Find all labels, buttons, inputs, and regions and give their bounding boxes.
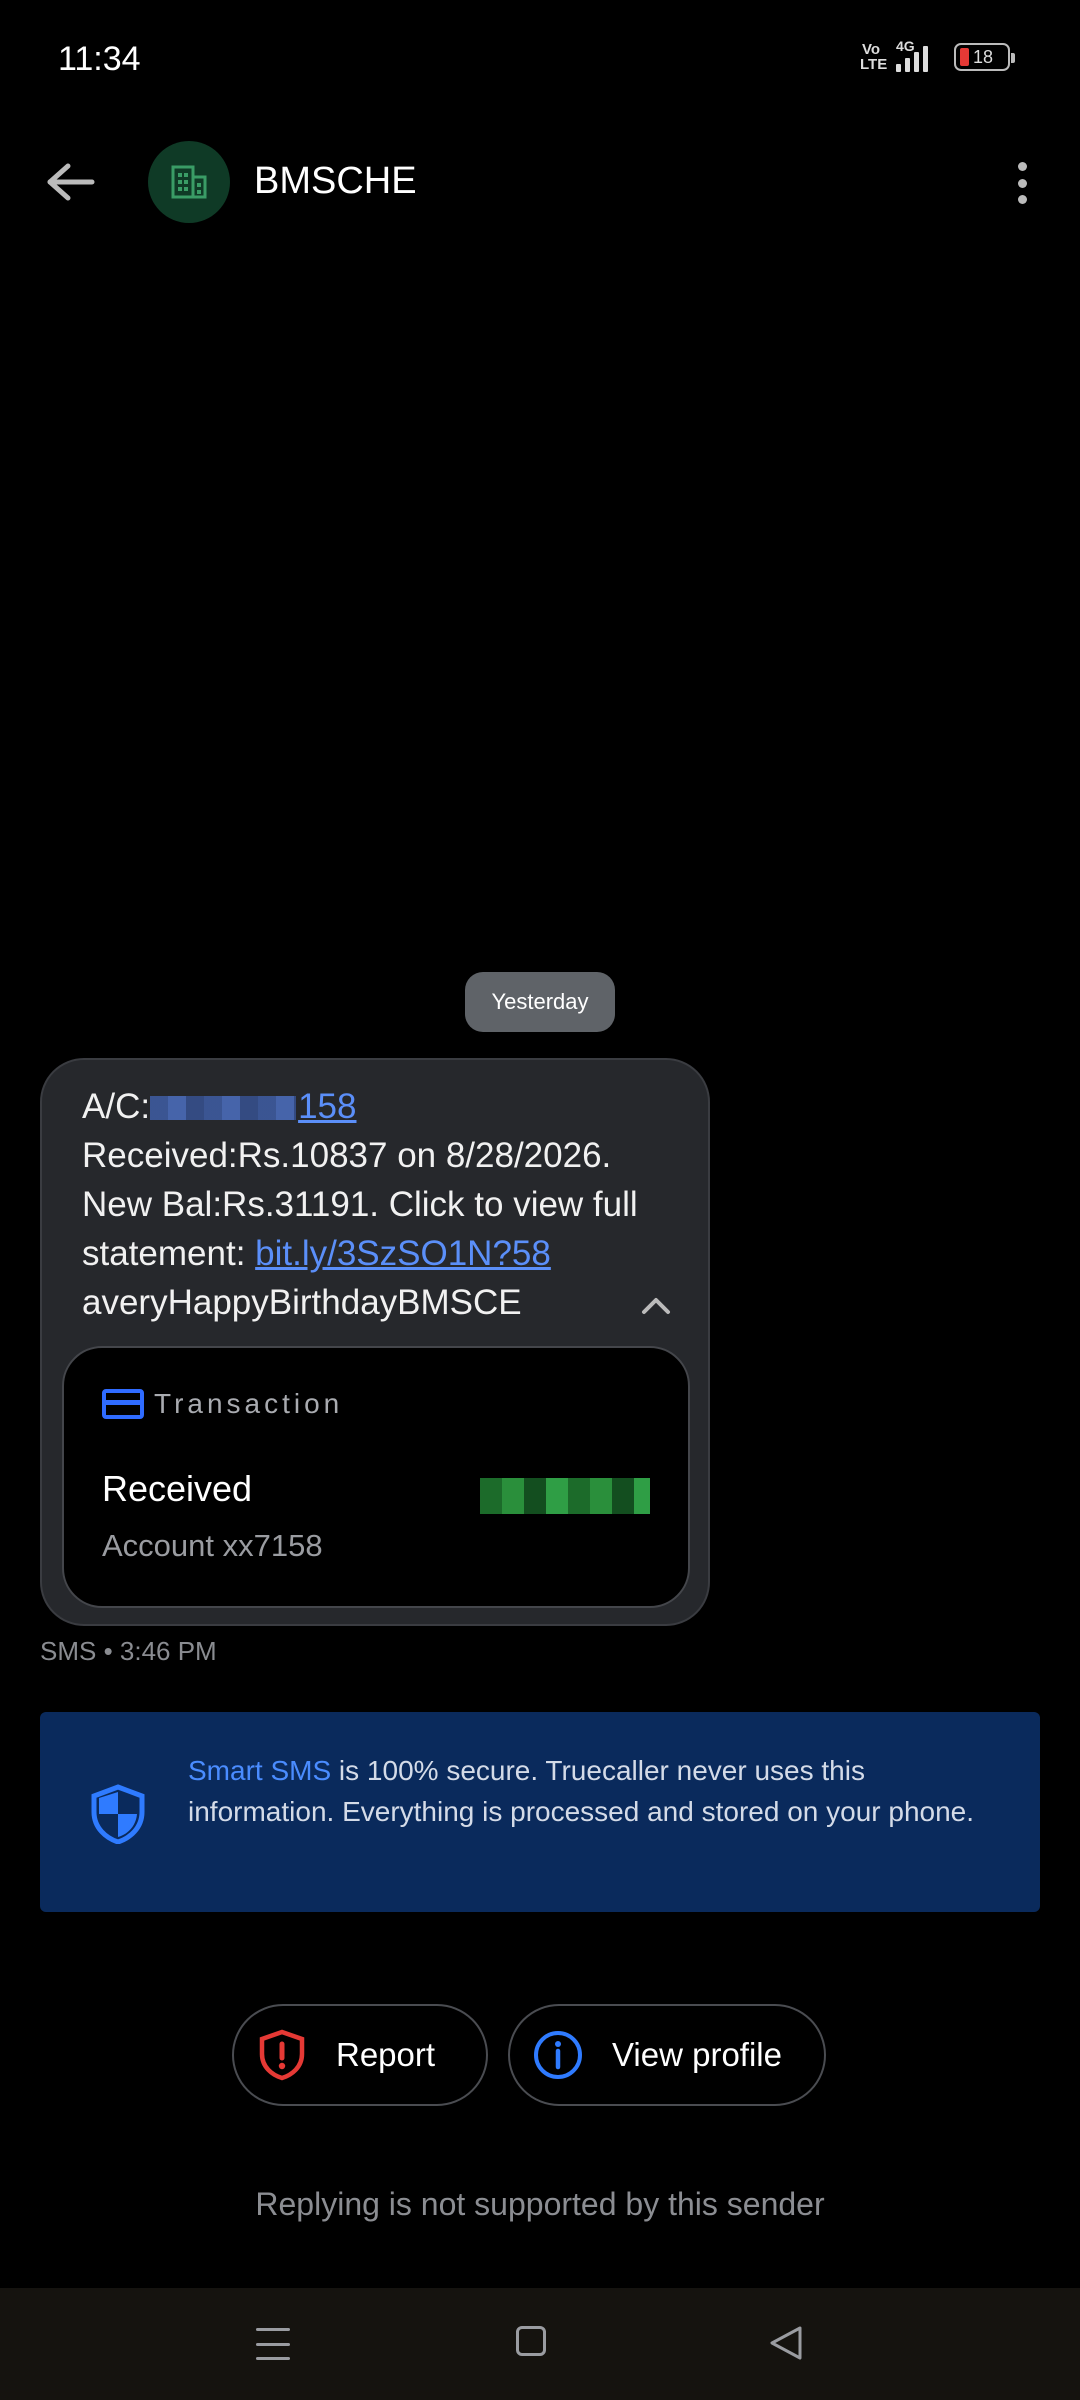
statement-prefix: statement: [82, 1234, 256, 1273]
view-profile-button[interactable]: View profile [508, 2004, 826, 2106]
nav-back-icon[interactable] [766, 2324, 806, 2362]
battery-level: 18 [973, 46, 994, 67]
network-type: 4G [896, 38, 915, 54]
report-label: Report [336, 2036, 436, 2073]
message-line-signature: averyHappyBirthdayBMSCE [82, 1283, 522, 1322]
message-bubble[interactable]: A/C: 158 Received:Rs.10837 on 8/28/2026. … [40, 1058, 710, 1626]
smart-sms-brand[interactable]: Smart SMS [188, 1755, 331, 1786]
home-icon[interactable] [516, 2326, 546, 2356]
building-icon [171, 165, 207, 199]
reply-not-supported-note: Replying is not supported by this sender [255, 2186, 825, 2222]
report-button[interactable]: Report [232, 2004, 488, 2106]
system-nav-bar [0, 2288, 1080, 2400]
menu-icon[interactable] [256, 2328, 290, 2360]
info-icon [534, 2031, 582, 2079]
message-meta: SMS • 3:46 PM [40, 1636, 217, 1666]
transaction-card[interactable]: Transaction Received Account xx7158 [62, 1346, 690, 1608]
status-time: 11:34 [58, 40, 141, 78]
signal-icon: 4G [896, 38, 940, 72]
transaction-title: Transaction [154, 1388, 344, 1419]
status-bar: 11:34 Vo LTE 4G 18 [0, 0, 1080, 120]
battery-icon: 18 [954, 43, 1015, 71]
alert-shield-icon [259, 2029, 305, 2081]
app-bar: BMSCHE [0, 140, 1080, 224]
info-text: Smart SMS is 100% secure. Truecaller nev… [188, 1750, 1008, 1832]
status-icons: Vo LTE 4G 18 [860, 38, 1015, 73]
transaction-account: Account xx7158 [102, 1528, 323, 1563]
message-line-received: Received:Rs.10837 on 8/28/2026. [82, 1136, 612, 1175]
message-text: A/C: 158 Received:Rs.10837 on 8/28/2026. … [82, 1082, 682, 1327]
masked-digits [150, 1096, 297, 1120]
transaction-status: Received [102, 1468, 253, 1509]
transaction-header: Transaction [102, 1388, 343, 1420]
account-prefix: A/C: [82, 1087, 151, 1126]
avatar[interactable] [148, 141, 230, 223]
more-vert-icon[interactable] [1002, 158, 1042, 208]
shield-icon [91, 1784, 145, 1844]
smart-sms-info: Smart SMS is 100% secure. Truecaller nev… [40, 1712, 1040, 1912]
account-number-link[interactable]: 158 [150, 1087, 356, 1126]
sender-name: BMSCHE [254, 160, 417, 202]
view-profile-label: View profile [612, 2036, 782, 2073]
credit-card-icon [102, 1389, 144, 1419]
volte-icon: Vo LTE [860, 41, 888, 73]
chevron-up-icon[interactable] [638, 1288, 674, 1324]
masked-amount [480, 1478, 650, 1514]
message-line-balance: New Bal:Rs.31191. Click to view full [82, 1185, 638, 1224]
statement-link[interactable]: bit.ly/3SzSO1N?58 [255, 1234, 551, 1273]
arrow-left-icon[interactable] [40, 160, 100, 204]
date-chip: Yesterday [465, 972, 615, 1032]
